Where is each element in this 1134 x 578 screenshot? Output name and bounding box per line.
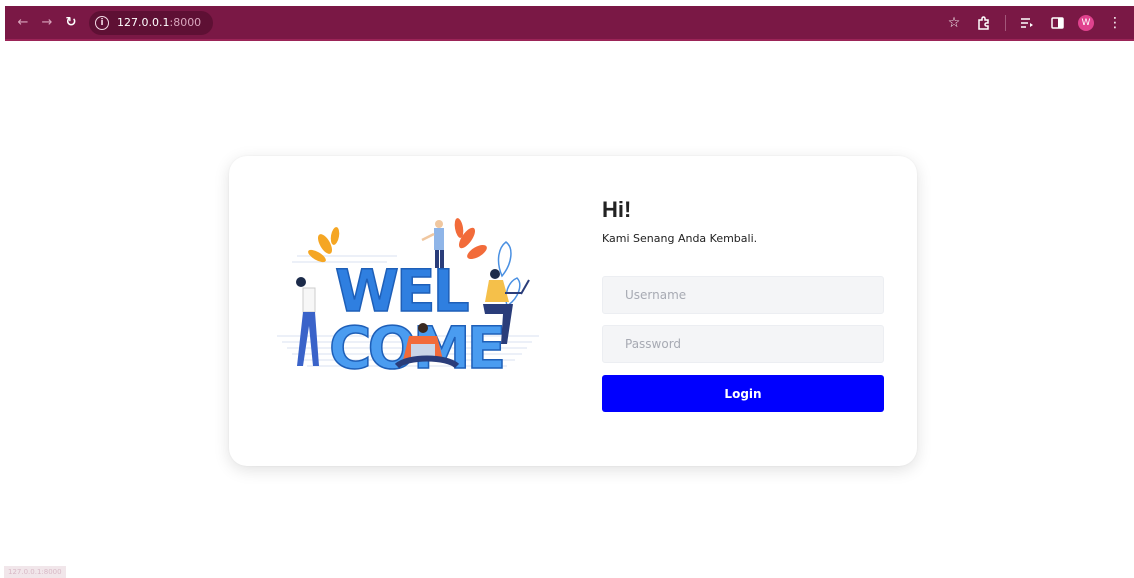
url-port: :8000 [169, 16, 202, 29]
greeting-heading: Hi! [602, 197, 632, 222]
reload-icon[interactable]: ↻ [59, 11, 83, 35]
browser-toolbar: ← → ↻ i 127.0.0.1:8000 ☆ W ⋮ [5, 6, 1134, 41]
star-icon[interactable]: ☆ [945, 14, 963, 32]
info-icon[interactable]: i [95, 15, 109, 30]
password-input[interactable] [602, 325, 884, 363]
arrow-right-icon[interactable]: → [35, 11, 59, 35]
login-button[interactable]: Login [602, 375, 884, 412]
profile-avatar[interactable]: W [1078, 14, 1094, 31]
toolbar-actions: ☆ W ⋮ [945, 14, 1134, 32]
arrow-left-icon[interactable]: ← [11, 11, 35, 35]
status-bar-url: 127.0.0.1:8000 [4, 566, 66, 578]
login-card: WEL COME Hi! Kami Senang Anda Kemb [229, 156, 917, 466]
url-host: 127.0.0.1 [117, 16, 170, 29]
welcome-illustration: WEL COME [277, 216, 539, 384]
kebab-menu-icon[interactable]: ⋮ [1106, 14, 1124, 32]
puzzle-icon[interactable] [975, 14, 993, 32]
login-form: Hi! Kami Senang Anda Kembali. Login [602, 196, 884, 412]
address-bar[interactable]: i 127.0.0.1:8000 [89, 10, 214, 35]
toolbar-divider [1005, 14, 1006, 31]
side-panel-icon[interactable] [1048, 14, 1066, 32]
username-input[interactable] [602, 276, 884, 314]
welcome-subtitle: Kami Senang Anda Kembali. [602, 232, 758, 245]
reading-list-icon[interactable] [1018, 14, 1036, 32]
